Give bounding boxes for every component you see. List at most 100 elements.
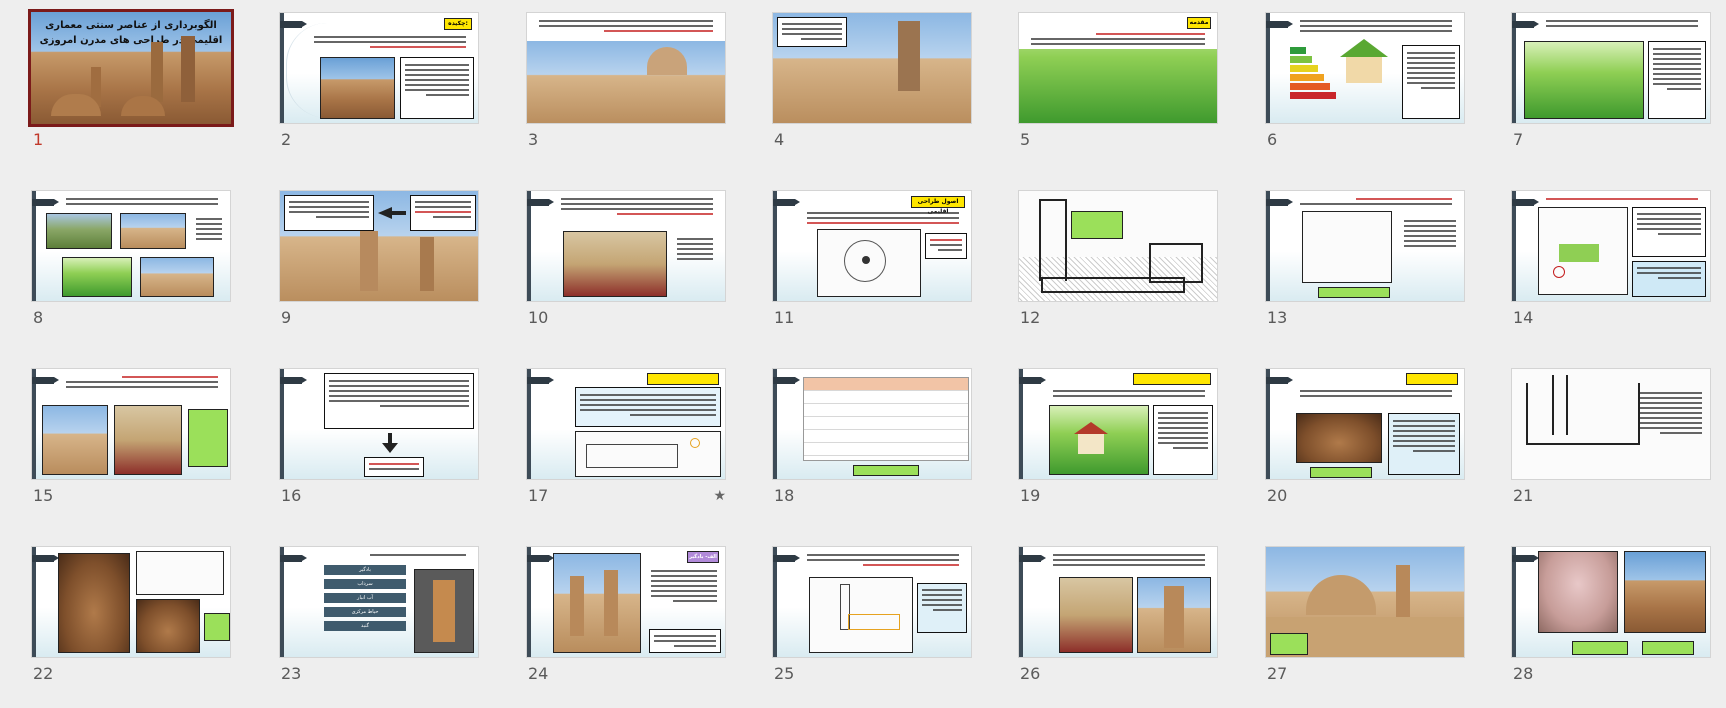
slide-preview xyxy=(526,190,726,302)
slide-sorter-grid: الگوبرداری از عناصر سنتی معماری اقلیمی د… xyxy=(0,0,1726,708)
ventilation-shaft xyxy=(1552,375,1568,435)
slide-thumbnail-18[interactable]: 18 xyxy=(772,368,972,528)
paragraph-text xyxy=(647,567,721,605)
text-box xyxy=(925,233,967,259)
slide-thumbnail-23[interactable]: بادگیر سرداب آب انبار حیاط مرکزی گنبد 23 xyxy=(279,546,479,706)
slide-number: 15 xyxy=(33,486,54,505)
outdoor-photo xyxy=(42,405,108,475)
slide-thumbnail-16[interactable]: 16 xyxy=(279,368,479,528)
text-box xyxy=(1388,413,1460,475)
slide-thumbnail-8[interactable]: 8 xyxy=(31,190,231,350)
slide-number: 24 xyxy=(528,664,549,683)
annotation-box xyxy=(1270,633,1308,655)
slide-number: 1 xyxy=(33,130,44,149)
section-label xyxy=(1133,373,1211,385)
text-box xyxy=(410,195,476,231)
roof-icon xyxy=(1340,39,1388,57)
slide-thumbnail-10[interactable]: 10 xyxy=(526,190,726,350)
windcatcher-tower xyxy=(420,237,434,291)
slide-thumbnail-7[interactable]: 7 xyxy=(1511,12,1711,172)
slide-preview xyxy=(772,12,972,124)
slide-title-line-2: اقلیمی در طراحی های مدرن امروزی xyxy=(39,35,223,46)
windcatcher-tower xyxy=(898,21,920,91)
desert-town-photo xyxy=(120,213,186,249)
topic-button-3[interactable]: آب انبار xyxy=(324,593,406,603)
slide-thumbnail-2[interactable]: چکیده: 2 xyxy=(279,12,479,172)
slide-preview xyxy=(1265,190,1465,302)
staircase-photo xyxy=(58,553,130,653)
caption-label xyxy=(1310,467,1372,478)
slide-thumbnail-4[interactable]: 4 xyxy=(772,12,972,172)
slide-preview xyxy=(31,190,231,302)
slide-preview: اصول طراحی اقلیمی xyxy=(772,190,972,302)
slide-thumbnail-6[interactable]: 6 xyxy=(1265,12,1465,172)
slide-number: 10 xyxy=(528,308,549,327)
arch-photo xyxy=(136,599,200,653)
section-label: مقدمه xyxy=(1187,17,1211,29)
mountain-village-photo xyxy=(62,257,132,297)
slide-thumbnail-15[interactable]: 15 xyxy=(31,368,231,528)
data-table xyxy=(803,377,969,461)
slide-preview xyxy=(1265,368,1465,480)
slide-number: 27 xyxy=(1267,664,1288,683)
slide-thumbnail-12[interactable]: 12 xyxy=(1018,190,1218,350)
text-box xyxy=(284,195,374,231)
text-box xyxy=(400,57,474,119)
slide-thumbnail-5[interactable]: مقدمه 5 xyxy=(1018,12,1218,172)
slide-number: 28 xyxy=(1513,664,1534,683)
slide-thumbnail-28[interactable]: 28 xyxy=(1511,546,1711,706)
section-drawing xyxy=(136,551,224,595)
slide-thumbnail-25[interactable]: 25 xyxy=(772,546,972,706)
sun-icon xyxy=(862,256,870,264)
slide-thumbnail-27[interactable]: 27 xyxy=(1265,546,1465,706)
slide-preview xyxy=(1265,12,1465,124)
arrow-left-icon xyxy=(378,207,392,219)
slide-number: 2 xyxy=(281,130,292,149)
windcatcher-model-photo xyxy=(414,569,474,653)
bullet-list xyxy=(192,215,226,243)
ice-house-photo xyxy=(1538,551,1618,633)
slide-number: 11 xyxy=(774,308,795,327)
topic-button-5[interactable]: گنبد xyxy=(324,621,406,631)
energy-rating-chart xyxy=(1290,47,1336,99)
text-box xyxy=(649,629,721,653)
text-box xyxy=(1648,41,1706,119)
slide-number: 8 xyxy=(33,308,44,327)
slide-preview xyxy=(772,368,972,480)
slide-thumbnail-11[interactable]: اصول طراحی اقلیمی 11 xyxy=(772,190,972,350)
slide-preview xyxy=(1018,368,1218,480)
slide-thumbnail-19[interactable]: 19 xyxy=(1018,368,1218,528)
text-box xyxy=(777,17,847,47)
arrow-down-icon xyxy=(382,443,398,453)
topic-button-2[interactable]: سرداب xyxy=(324,579,406,589)
slide-thumbnail-13[interactable]: 13 xyxy=(1265,190,1465,350)
windcatcher-photo xyxy=(320,57,395,119)
slide-preview xyxy=(526,368,726,480)
text-box xyxy=(1402,45,1460,119)
sun-path-diagram xyxy=(817,229,921,297)
building-section xyxy=(1149,243,1203,283)
annotation-box xyxy=(204,613,230,641)
topic-button-1[interactable]: بادگیر xyxy=(324,565,406,575)
slide-thumbnail-20[interactable]: 20 xyxy=(1265,368,1465,528)
section-label xyxy=(1406,373,1458,385)
slide-thumbnail-21[interactable]: 21 xyxy=(1511,368,1711,528)
slide-number: 18 xyxy=(774,486,795,505)
slide-number: 16 xyxy=(281,486,302,505)
slide-thumbnail-17[interactable]: 17 ★ xyxy=(526,368,726,528)
slide-thumbnail-9[interactable]: 9 xyxy=(279,190,479,350)
slide-number: 3 xyxy=(528,130,539,149)
topic-button-4[interactable]: حیاط مرکزی xyxy=(324,607,406,617)
arrow-shaft xyxy=(392,211,406,215)
building-form-sketches xyxy=(1302,211,1392,283)
slide-thumbnail-14[interactable]: 14 xyxy=(1511,190,1711,350)
house-icon xyxy=(1346,53,1382,83)
slide-number: 20 xyxy=(1267,486,1288,505)
slide-thumbnail-26[interactable]: 26 xyxy=(1018,546,1218,706)
slide-thumbnail-24[interactable]: الف- بادگیر 24 xyxy=(526,546,726,706)
slide-thumbnail-1[interactable]: الگوبرداری از عناصر سنتی معماری اقلیمی د… xyxy=(28,9,234,172)
slide-number: 26 xyxy=(1020,664,1041,683)
compass-icon xyxy=(1553,266,1565,278)
slide-thumbnail-22[interactable]: 22 xyxy=(31,546,231,706)
slide-thumbnail-3[interactable]: 3 xyxy=(526,12,726,172)
